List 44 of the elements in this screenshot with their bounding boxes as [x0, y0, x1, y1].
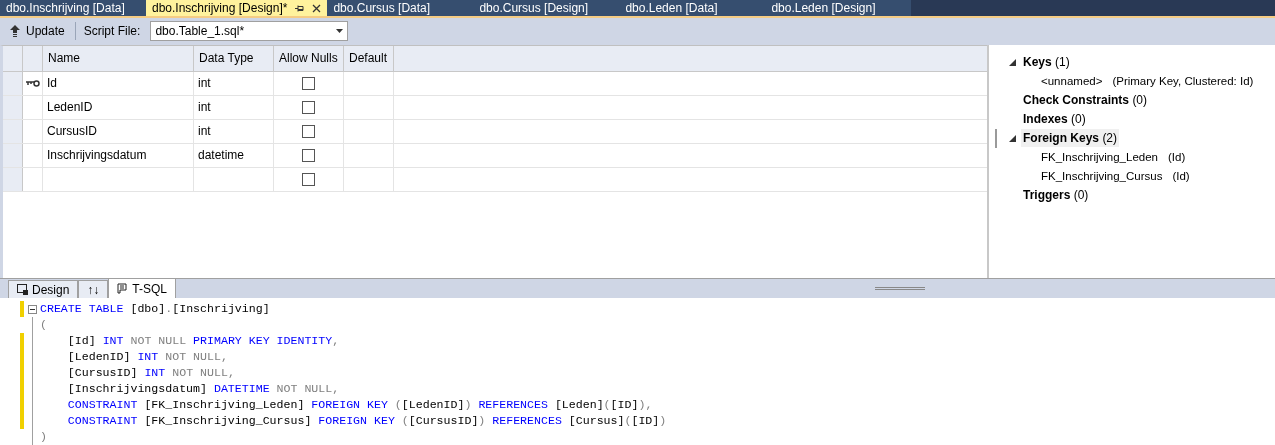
document-tab[interactable]: dbo.Cursus [Design] [473, 0, 620, 16]
tree-node[interactable]: Indexes (0) [1021, 110, 1088, 129]
tree-child-detail: (Primary Key, Clustered: Id) [1112, 73, 1254, 89]
data-type-cell[interactable]: datetime [198, 146, 245, 165]
code-line: ) [40, 429, 47, 445]
tree-node[interactable]: Foreign Keys (2) [1021, 129, 1120, 148]
data-type-cell[interactable]: int [198, 74, 211, 93]
script-file-dropdown[interactable]: dbo.Table_1.sql* [150, 21, 349, 42]
column-name-cell[interactable]: Inschrijvingsdatum [47, 146, 147, 165]
document-tab[interactable]: dbo.Cursus [Data] [327, 0, 474, 16]
code-line: [Inschrijvingsdatum] DATETIME NOT NULL, [66, 381, 340, 398]
document-tab[interactable]: dbo.Inschrijving [Data] [0, 0, 146, 16]
code-line: [LedenID] INT NOT NULL, [66, 349, 228, 366]
code-line: CREATE TABLE [dbo].[Inschrijving] [40, 301, 270, 318]
tree-child-name[interactable]: FK_Inschrijving_Cursus [1041, 167, 1163, 185]
tree-child-detail: (Id) [1172, 168, 1190, 184]
column-header[interactable]: Default [344, 45, 394, 71]
view-tab[interactable]: T-SQL [108, 278, 177, 298]
document-tab[interactable]: dbo.Leden [Design] [765, 0, 912, 16]
view-tab[interactable]: ↑↓ [78, 280, 109, 298]
document-tab[interactable]: dbo.Inschrijving [Design]* [146, 0, 328, 16]
column-name-cell[interactable]: CursusID [47, 122, 97, 141]
column-header[interactable]: Data Type [194, 45, 274, 71]
script-file-label: Script File: [83, 23, 141, 41]
tree-child-name[interactable]: FK_Inschrijving_Leden [1041, 148, 1158, 166]
tree-node[interactable]: Triggers (0) [1021, 186, 1091, 205]
data-type-cell[interactable]: int [198, 122, 211, 141]
code-line: ( [40, 317, 47, 334]
code-line: CONSTRAINT [FK_Inschrijving_Cursus] FOREIGN KEY ([CursusID]) REFERENCES [Cursus]([ID]) [66, 413, 667, 430]
column-name-cell[interactable]: Id [47, 74, 57, 93]
column-header[interactable]: Allow Nulls [274, 45, 344, 71]
code-line: [CursusID] INT NOT NULL, [66, 365, 235, 382]
document-tab[interactable]: dbo.Leden [Data] [619, 0, 766, 16]
code-line: [Id] INT NOT NULL PRIMARY KEY IDENTITY, [66, 333, 340, 350]
tree-child-detail: (Id) [1168, 149, 1186, 165]
column-header[interactable]: Name [43, 45, 194, 71]
update-button[interactable]: Update [8, 21, 67, 42]
tree-node[interactable]: Check Constraints (0) [1021, 91, 1150, 110]
code-line: CONSTRAINT [FK_Inschrijving_Leden] FOREIGN KEY ([LedenID]) REFERENCES [Leden]([ID]), [66, 397, 653, 414]
column-name-cell[interactable]: LedenID [47, 98, 93, 117]
data-type-cell[interactable]: int [198, 98, 211, 117]
tree-node[interactable]: Keys (1) [1021, 53, 1072, 72]
view-tab[interactable]: Design [8, 280, 79, 298]
tree-child-name[interactable]: <unnamed> [1041, 72, 1103, 90]
